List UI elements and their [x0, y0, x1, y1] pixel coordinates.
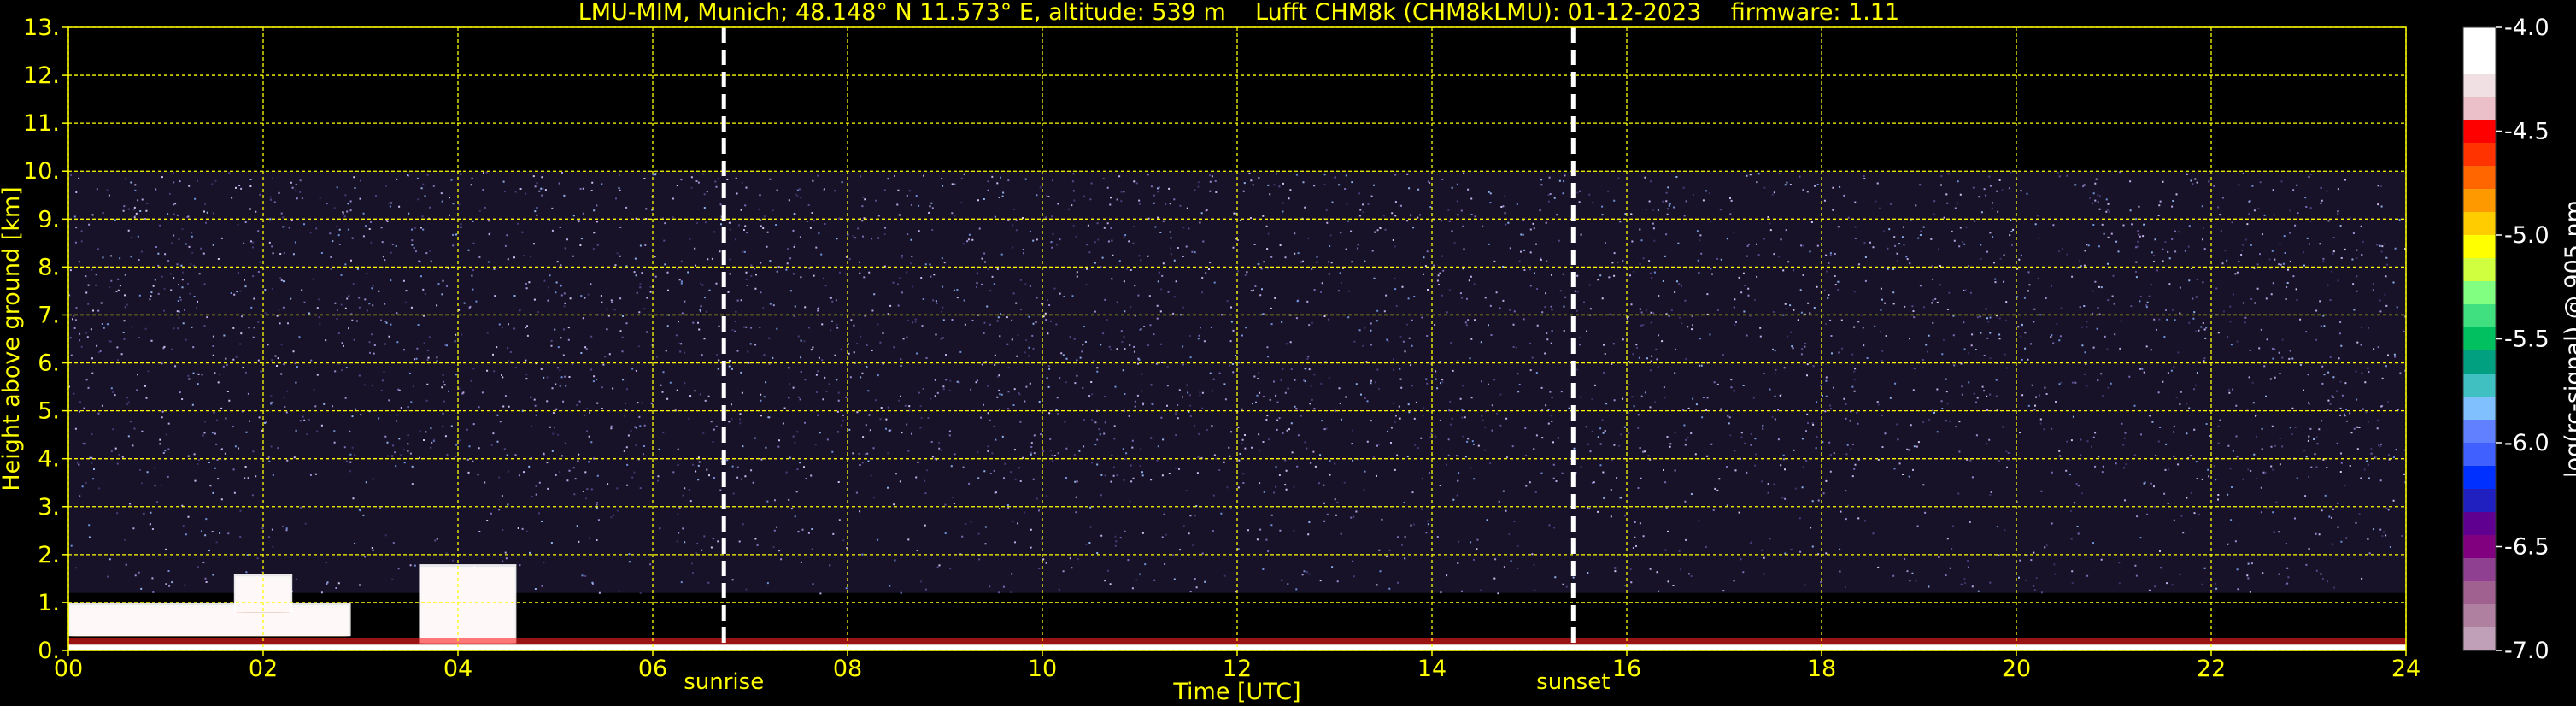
- colorbar-segment: [2463, 581, 2496, 605]
- x-tick-label: 16: [1612, 656, 1641, 682]
- colorbar-segment: [2463, 143, 2496, 167]
- colorbar-segment: [2463, 258, 2496, 282]
- colorbar-segment: [2463, 74, 2496, 97]
- colorbar-segment: [2463, 489, 2496, 513]
- y-tick-label: 10.: [23, 158, 60, 185]
- colorbar-segment: [2463, 374, 2496, 397]
- plot-area: [68, 27, 2408, 650]
- colorbar-segment: [2463, 604, 2496, 628]
- sunrise-label: sunrise: [684, 669, 764, 695]
- colorbar-segment: [2463, 281, 2496, 305]
- x-tick-label: 04: [443, 656, 472, 682]
- colorbar-segment: [2463, 627, 2496, 651]
- colorbar-segment: [2463, 466, 2496, 490]
- y-tick-label: 13.: [23, 15, 60, 41]
- colorbar-tick-label: -5.5: [2504, 327, 2550, 353]
- y-tick-label: 7.: [38, 302, 60, 328]
- colorbar-label: log(rc-signal) @ 905 nm: [2561, 200, 2576, 478]
- y-tick-label: 1.: [38, 590, 60, 616]
- x-tick-label: 18: [1807, 656, 1836, 682]
- colorbar-segment: [2463, 166, 2496, 190]
- colorbar-segment: [2463, 304, 2496, 328]
- colorbar-segment: [2463, 235, 2496, 259]
- colorbar-segment: [2463, 512, 2496, 536]
- x-tick-label: 02: [249, 656, 278, 682]
- y-tick-label: 2.: [38, 542, 60, 568]
- x-tick-label: 24: [2391, 656, 2421, 682]
- colorbar-tick-label: -5.0: [2504, 222, 2550, 249]
- colorbar-segment: [2463, 120, 2496, 144]
- colorbar-segment: [2463, 97, 2496, 121]
- y-tick-label: 9.: [38, 206, 60, 232]
- x-tick-label: 22: [2197, 656, 2226, 682]
- y-tick-label: 3.: [38, 494, 60, 521]
- y-tick-label: 12.: [23, 62, 60, 89]
- colorbar-segment: [2463, 27, 2496, 51]
- cloud-layer: [68, 602, 351, 637]
- colorbar-segment: [2463, 535, 2496, 559]
- colorbar-tick-label: -7.0: [2504, 638, 2550, 664]
- x-tick-label: 06: [638, 656, 667, 682]
- colorbar-segment: [2463, 50, 2496, 74]
- y-tick-label: 11.: [23, 110, 60, 137]
- colorbar-tick-label: -4.5: [2504, 119, 2550, 145]
- x-tick-label: 08: [833, 656, 862, 682]
- x-axis-label: Time [UTC]: [1172, 679, 1300, 705]
- colorbar-segment: [2463, 327, 2496, 351]
- y-axis-label: Height above ground [km]: [0, 186, 25, 491]
- colorbar-segment: [2463, 350, 2496, 374]
- y-tick-label: 4.: [38, 446, 60, 473]
- cloud-band: [68, 602, 351, 637]
- y-tick-label: 8.: [38, 254, 60, 280]
- y-tick-label: 6.: [38, 350, 60, 377]
- colorbar-segment: [2463, 212, 2496, 236]
- colorbar-segment: [2463, 420, 2496, 444]
- sunset-label: sunset: [1536, 669, 1610, 695]
- colorbar-tick-label: -6.0: [2504, 430, 2550, 456]
- colorbar-segment: [2463, 443, 2496, 467]
- y-tick-label: 5.: [38, 398, 60, 425]
- colorbar-segment: [2463, 189, 2496, 213]
- colorbar: -4.0 -4.5 -5.0 -5.5 -6.0 -6.5 -7.0 log(rc-signa…: [2462, 15, 2576, 664]
- x-tick-label: 10: [1028, 656, 1057, 682]
- cloud-layer: [419, 564, 517, 644]
- ceilometer-chart: sunrise sunset 00 02 04 06 08 10 12 14 16 18 20 22 24…: [0, 15, 2576, 705]
- colorbar-segment: [2463, 397, 2496, 421]
- cloud-band: [419, 564, 517, 644]
- x-tick-label: 14: [1417, 656, 1446, 682]
- colorbar-tick-label: -6.5: [2504, 534, 2550, 561]
- colorbar-tick-label: -4.0: [2504, 15, 2550, 41]
- x-tick-label: 20: [2002, 656, 2031, 682]
- colorbar-segment: [2463, 558, 2496, 582]
- y-tick-label: 0.: [38, 638, 60, 664]
